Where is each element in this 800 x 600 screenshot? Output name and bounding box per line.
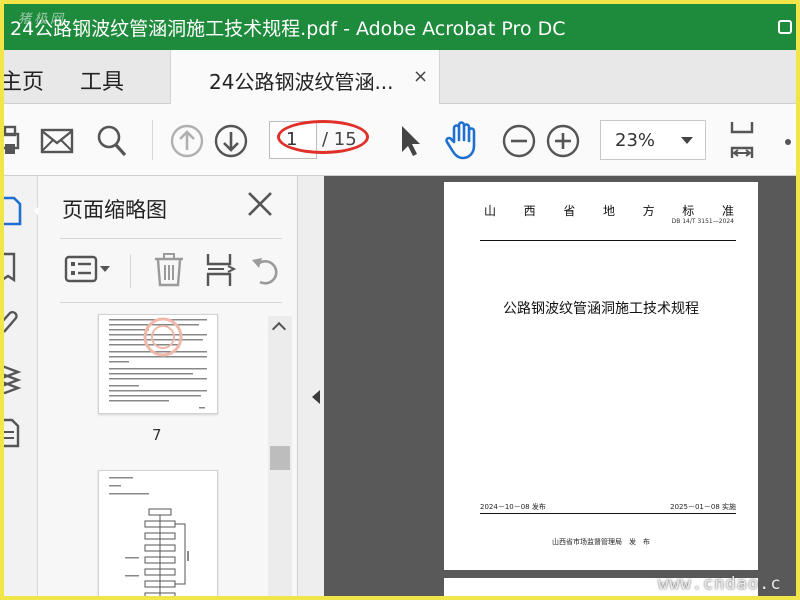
tab-home[interactable]: 主页 <box>4 64 44 96</box>
document-viewer[interactable]: 山 西 省 地 方 标 准 DB 14/T 3151—2024 公路钢波纹管涵洞… <box>298 176 796 596</box>
issue-date: 2024－10－08 发布 <box>480 503 546 511</box>
scroll-up-icon[interactable] <box>271 321 287 337</box>
tab-close-button[interactable]: × <box>413 66 428 87</box>
rotate-icon[interactable] <box>250 252 284 288</box>
options-menu-icon[interactable] <box>64 252 114 286</box>
thumbnail-page-8[interactable] <box>98 470 218 596</box>
close-icon[interactable] <box>246 190 274 218</box>
scrollbar-thumb[interactable] <box>270 446 290 470</box>
printer-icon[interactable] <box>4 124 20 158</box>
chevron-left-icon[interactable] <box>312 390 320 404</box>
header-char: 准 <box>721 204 734 218</box>
title-bar: 猪极网 24公路钢波纹管涵洞施工技术规程.pdf - Adobe Acrobat… <box>4 4 796 50</box>
window-title: 24公路钢波纹管涵洞施工技术规程.pdf - Adobe Acrobat Pro… <box>10 18 566 40</box>
thumbnail-page-7[interactable] <box>98 314 218 414</box>
zoom-level-select[interactable]: 23% <box>600 120 706 160</box>
thumbnail-text-lines <box>109 317 207 409</box>
fit-page-icon[interactable] <box>726 120 758 160</box>
layers-icon[interactable] <box>4 360 24 394</box>
pdf-page-1: 山 西 省 地 方 标 准 DB 14/T 3151—2024 公路钢波纹管涵洞… <box>444 182 758 570</box>
more-icon[interactable] <box>784 138 792 146</box>
tab-tools[interactable]: 工具 <box>80 64 124 96</box>
envelope-icon[interactable] <box>40 128 74 154</box>
window-icon <box>778 20 792 34</box>
toolbar: 1 / 15 23% <box>4 104 796 176</box>
tab-bar: 主页 工具 24公路钢波纹管涵... × <box>4 50 796 104</box>
zoom-level-value: 23% <box>615 130 656 151</box>
header-rule <box>480 240 736 241</box>
plus-circle-icon[interactable] <box>546 124 580 158</box>
acrobat-window: 猪极网 24公路钢波纹管涵洞施工技术规程.pdf - Adobe Acrobat… <box>4 4 796 596</box>
standard-header: 山 西 省 地 方 标 准 <box>484 202 734 219</box>
effective-date: 2025－01－08 实施 <box>670 503 736 511</box>
thumbnail-flowchart <box>109 477 189 596</box>
minus-circle-icon[interactable] <box>502 124 536 158</box>
page-thumbnails-icon[interactable] <box>4 194 24 228</box>
hand-icon[interactable] <box>444 120 480 160</box>
navigation-rail <box>4 176 43 596</box>
tab-document-label: 24公路钢波纹管涵... <box>209 70 394 94</box>
tab-document[interactable]: 24公路钢波纹管涵... × <box>170 50 440 104</box>
thumbnail-page-label: 7 <box>152 426 162 444</box>
header-char: 山 <box>484 204 497 218</box>
arrow-down-circle-icon[interactable] <box>214 124 248 158</box>
bookmark-icon[interactable] <box>4 250 24 284</box>
panel-divider <box>60 238 282 239</box>
toolbar-separator <box>152 120 153 160</box>
document-icon[interactable] <box>4 416 24 450</box>
chevron-down-icon <box>681 137 693 144</box>
header-char: 地 <box>602 204 615 218</box>
document-title: 公路钢波纹管涵洞施工技术规程 <box>503 301 699 317</box>
cursor-arrow-icon[interactable] <box>398 124 422 158</box>
paperclip-icon[interactable] <box>4 304 24 338</box>
annotation-ellipse <box>277 120 369 154</box>
thumbnail-scrollbar[interactable] <box>268 316 292 596</box>
panel-divider <box>60 302 282 303</box>
footer-rule <box>480 513 736 514</box>
thumbnail-panel: 页面缩略图 7 <box>38 176 298 596</box>
trash-icon[interactable] <box>152 252 186 288</box>
panel-title: 页面缩略图 <box>62 198 167 222</box>
insert-pages-icon[interactable] <box>204 252 238 288</box>
magnifier-icon[interactable] <box>96 124 128 158</box>
arrow-up-circle-icon[interactable] <box>170 124 204 158</box>
header-char: 西 <box>523 204 536 218</box>
panel-tools-separator <box>130 254 131 288</box>
site-watermark: www.cndao.c <box>658 574 782 594</box>
header-char: 标 <box>682 204 695 218</box>
header-char: 方 <box>642 204 655 218</box>
header-char: 省 <box>563 204 576 218</box>
issuer: 山西省市场监督管理局 发 布 <box>552 538 650 546</box>
panel-collapse-bar[interactable] <box>298 176 324 596</box>
standard-number: DB 14/T 3151—2024 <box>671 218 734 225</box>
